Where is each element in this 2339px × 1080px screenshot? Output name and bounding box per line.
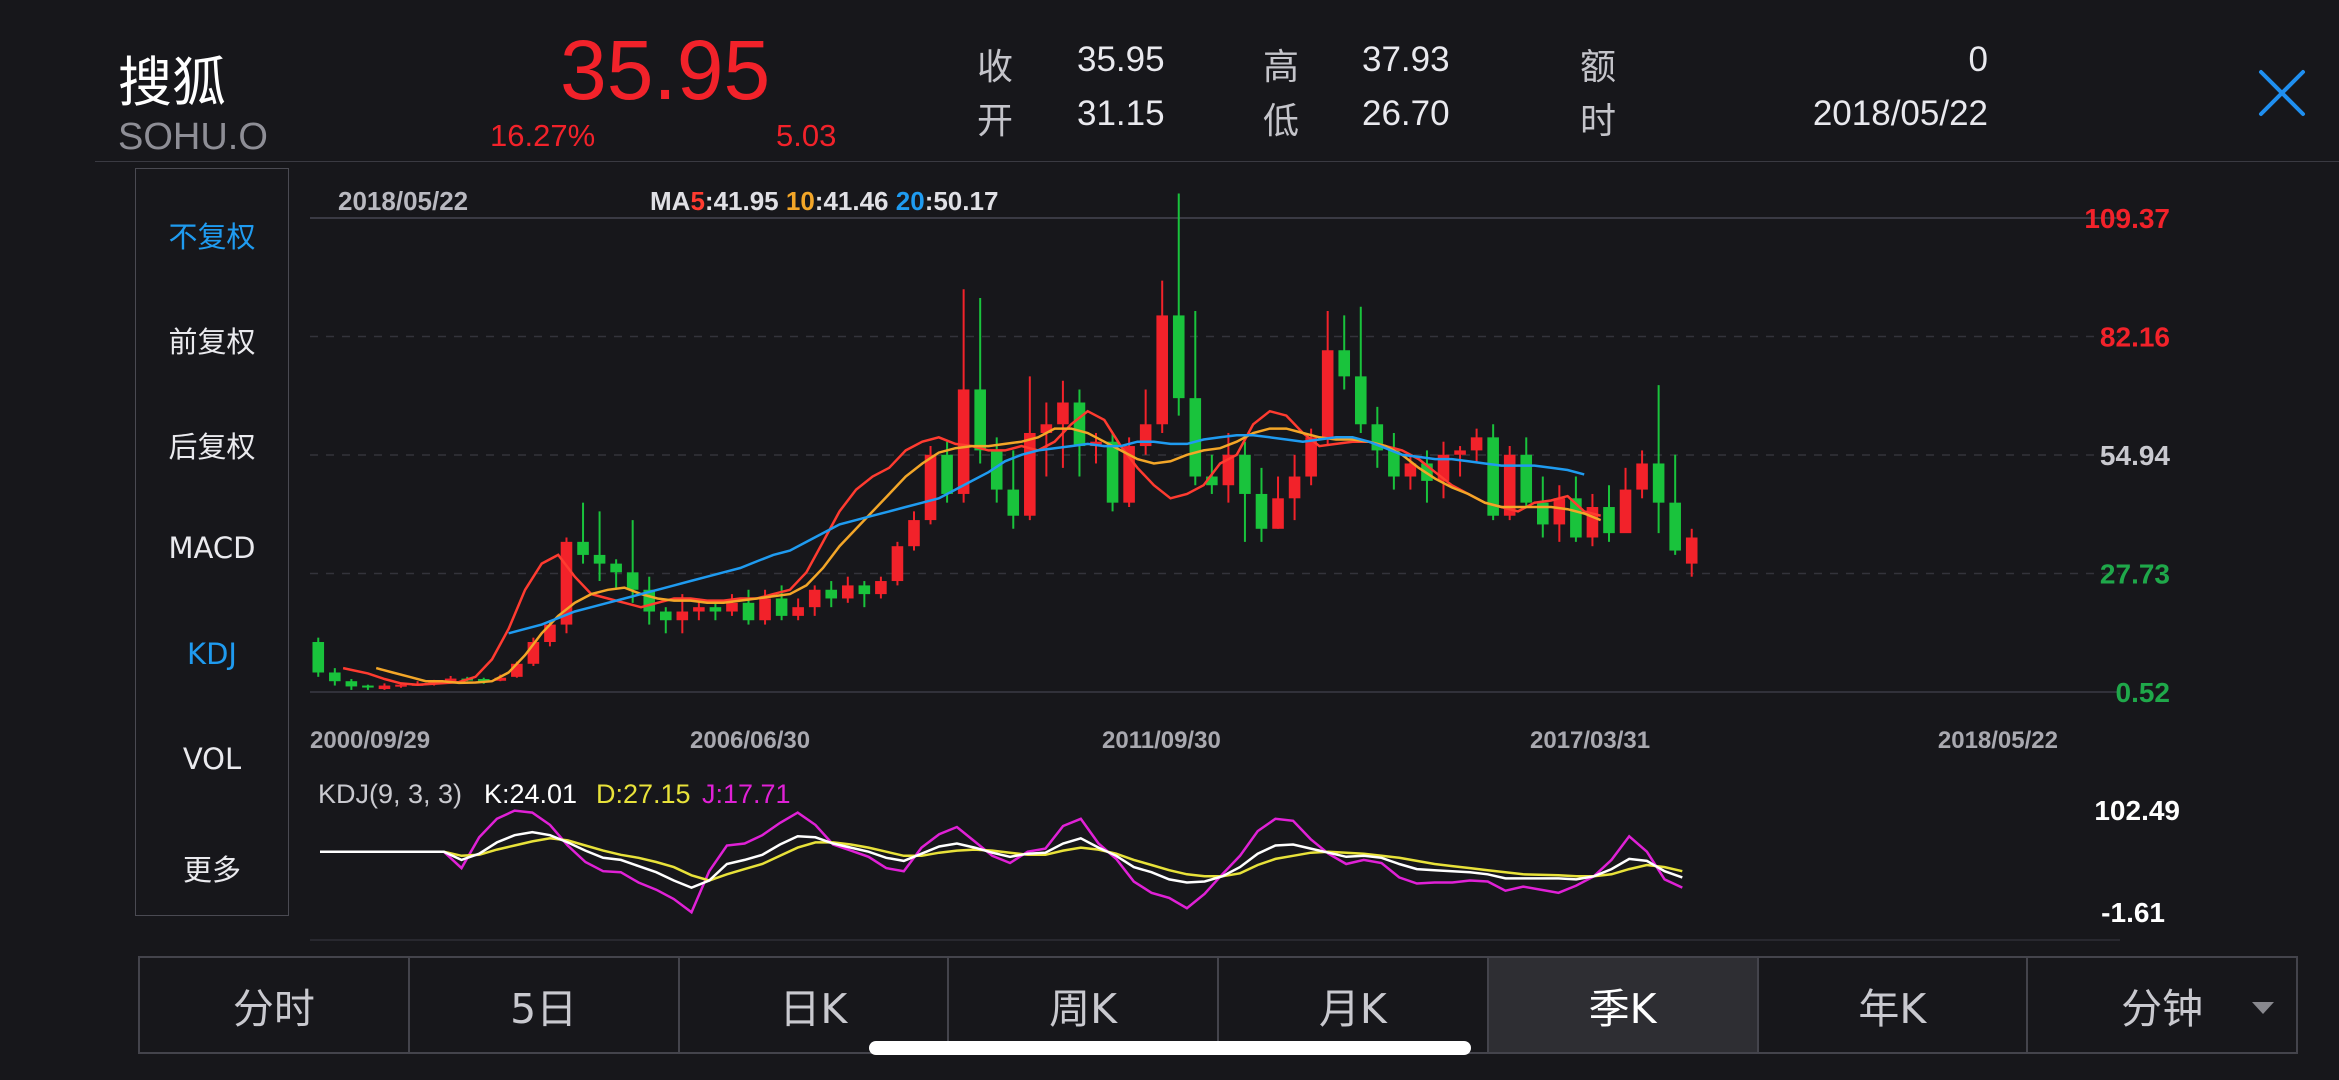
candle-body [792, 607, 804, 616]
candle-body [1619, 489, 1632, 534]
candle-body [1669, 502, 1681, 551]
candle-body [1652, 463, 1665, 503]
candle-body [709, 607, 722, 612]
candle-body [1172, 315, 1185, 399]
candle-body [759, 598, 771, 621]
tab-minute[interactable]: 分钟 [2028, 958, 2296, 1052]
tab-intraday[interactable]: 分时 [140, 958, 410, 1052]
kdj-legend-j: J:17.71 [702, 779, 791, 809]
candle-body [659, 611, 672, 621]
kdj-max-label: 102.49 [2094, 795, 2180, 826]
tab-label: 年K [1858, 985, 1927, 1033]
kdj-legend-d: D:27.15 [596, 779, 691, 809]
candle-body [1106, 441, 1119, 503]
candle-body [891, 546, 904, 582]
period-tabs: 分时 5日 日K 周K 月K 季K 年K 分钟 [138, 956, 2298, 1054]
candle-body [610, 563, 622, 573]
candle-body [362, 685, 374, 688]
tab-label: 5日 [510, 985, 578, 1033]
candle-body [1272, 498, 1284, 529]
candle-body [1354, 376, 1367, 425]
candle-body [924, 454, 937, 521]
candle-body [395, 684, 407, 687]
kdj-j-line [320, 809, 1683, 915]
kline-chart[interactable]: 109.37 82.16 54.94 27.73 0.52 2000/09/29 2006/… [0, 0, 2339, 950]
candle-body [1239, 454, 1251, 494]
candle-body [693, 607, 705, 612]
candle-body [329, 672, 341, 682]
x-axis-label: 2000/09/29 [310, 727, 430, 754]
chevron-down-icon[interactable] [2252, 1002, 2274, 1014]
tab-label: 月K [1318, 985, 1387, 1033]
candle-body [1288, 476, 1301, 499]
candle-body [626, 572, 639, 590]
candle-body [511, 663, 523, 677]
x-axis-label: 2017/03/31 [1530, 727, 1650, 754]
candle-body [378, 685, 391, 690]
candle-body [875, 581, 887, 595]
candle-body [1520, 454, 1533, 503]
kdj-title: KDJ(9, 3, 3) [318, 779, 462, 809]
ma-legend: MA5:41.95 10:41.46 20:50.17 [650, 186, 998, 216]
candle-body [1189, 398, 1202, 477]
candle-body [825, 589, 838, 599]
tab-monthly-k[interactable]: 月K [1219, 958, 1489, 1052]
candle-body [1338, 350, 1351, 377]
tab-daily-k[interactable]: 日K [680, 958, 950, 1052]
y-axis-label: 54.94 [2100, 440, 2170, 471]
candle-body [957, 389, 970, 494]
candle-body [1553, 498, 1566, 525]
y-axis-label: 109.37 [2084, 203, 2170, 234]
candle-body [1156, 315, 1168, 425]
candle-body [1454, 450, 1466, 455]
kdj-legend-k: K:24.01 [484, 779, 577, 809]
candle-body [974, 389, 986, 451]
x-axis-label: 2006/06/30 [690, 727, 810, 754]
y-axis-label: 27.73 [2100, 559, 2170, 590]
y-axis-label: 0.52 [2116, 677, 2171, 708]
candle-body [1255, 493, 1268, 529]
home-indicator[interactable] [869, 1041, 1471, 1055]
candle-body [1685, 537, 1698, 564]
candle-body [676, 611, 689, 621]
candle-body [941, 454, 953, 494]
candle-body [312, 642, 325, 673]
candle-body [1073, 402, 1086, 447]
tab-label: 季K [1588, 985, 1657, 1033]
candle-body [726, 602, 738, 612]
tab-quarterly-k[interactable]: 季K [1488, 958, 1759, 1052]
candle-body [1057, 402, 1069, 425]
y-axis-label: 82.16 [2100, 322, 2170, 353]
candle-body [1321, 350, 1334, 438]
kdj-min-label: -1.61 [2101, 897, 2165, 928]
candle-body [808, 589, 821, 608]
x-axis-label: 2018/05/22 [1938, 727, 2058, 754]
candle-body [593, 554, 606, 564]
tab-label: 周K [1049, 985, 1118, 1033]
candle-body [1024, 432, 1036, 516]
candle-body [1636, 463, 1648, 490]
candle-body [742, 602, 755, 621]
candle-body [842, 585, 854, 599]
candle-body [908, 520, 920, 547]
candle-body [1007, 489, 1020, 516]
tab-label: 分钟 [2121, 985, 2204, 1033]
candle-body [858, 585, 871, 595]
chart-date: 2018/05/22 [338, 186, 468, 216]
x-axis-label: 2011/09/30 [1102, 727, 1221, 754]
tab-label: 分时 [232, 985, 315, 1033]
candle-body [577, 541, 589, 555]
candle-body [1470, 437, 1483, 451]
candle-body [345, 681, 358, 687]
tab-label: 日K [779, 985, 848, 1033]
tab-weekly-k[interactable]: 周K [949, 958, 1219, 1052]
tab-yearly-k[interactable]: 年K [1759, 958, 2029, 1052]
candle-body [775, 598, 788, 616]
tab-5day[interactable]: 5日 [410, 958, 680, 1052]
candle-body [1603, 507, 1615, 534]
